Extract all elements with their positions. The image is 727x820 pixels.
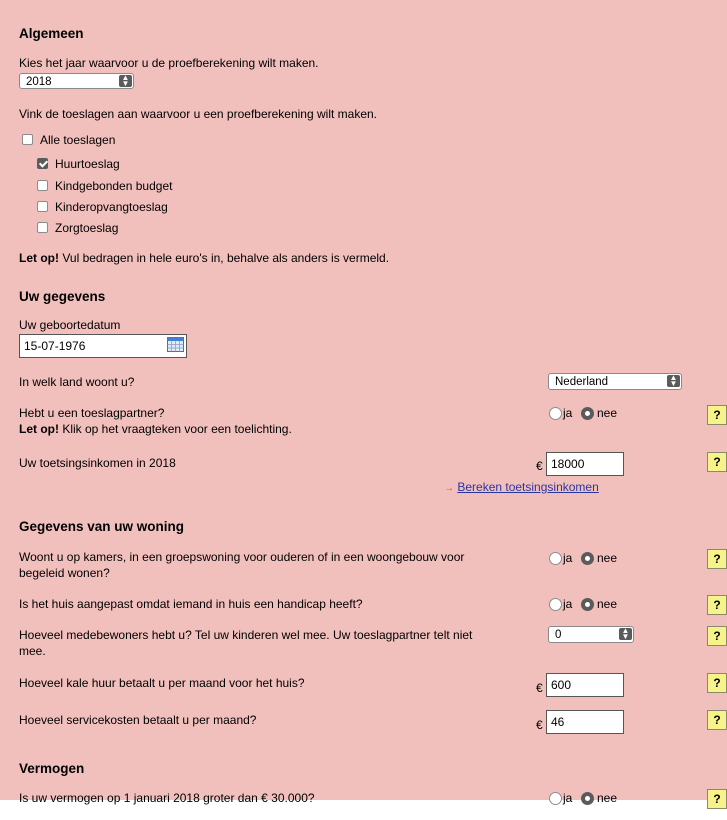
help-icon-partner[interactable]: ?	[707, 405, 727, 425]
kamers-radio-ja-label: ja	[563, 551, 573, 565]
calculator-panel: Algemeen Kies het jaar waarvoor u de pro…	[0, 0, 727, 809]
partner-radio-nee-label: nee	[597, 406, 618, 420]
euro-sign: €	[536, 459, 543, 473]
checkbox-zorgtoeslag[interactable]	[37, 222, 48, 233]
amount-note: Let op! Vul bedragen in hele euro's in, …	[19, 250, 389, 266]
partner-radio-ja[interactable]	[549, 407, 562, 420]
income-value: 18000	[551, 457, 585, 471]
service-question: Hoeveel servicekosten betaalt u per maan…	[19, 713, 257, 727]
partner-question: Hebt u een toeslagpartner?	[19, 406, 165, 420]
help-icon-medebewoners[interactable]: ?	[707, 626, 727, 646]
handicap-radio-nee-label: nee	[597, 597, 618, 611]
checkbox-kindgebonden-budget[interactable]	[37, 180, 48, 191]
section-heading-algemeen: Algemeen	[19, 26, 84, 41]
amount-note-text: Vul bedragen in hele euro's in, behalve …	[59, 251, 390, 265]
kamers-question-line2: begeleid wonen?	[19, 566, 110, 580]
country-select[interactable]: Nederland ▲ ▼	[548, 373, 682, 390]
country-question: In welk land woont u?	[19, 375, 135, 389]
section-heading-woning: Gegevens van uw woning	[19, 519, 185, 534]
arrow-right-icon: →	[444, 483, 454, 494]
vermogen-radio-ja-label: ja	[563, 791, 573, 805]
income-question: Uw toetsingsinkomen in 2018	[19, 456, 176, 470]
help-icon-vermogen[interactable]: ?	[707, 789, 727, 809]
select-arrows-icon: ▲ ▼	[119, 74, 132, 88]
checkbox-alle-toeslagen[interactable]	[22, 134, 33, 145]
vermogen-question: Is uw vermogen op 1 januari 2018 groter …	[19, 791, 315, 805]
handicap-question: Is het huis aangepast omdat iemand in hu…	[19, 597, 363, 611]
help-icon-handicap[interactable]: ?	[707, 595, 727, 615]
medebewoners-select-value: 0	[555, 629, 562, 641]
vermogen-radio-nee[interactable]	[581, 792, 594, 805]
kamers-question-line1: Woont u op kamers, in een groepswoning v…	[19, 550, 465, 564]
checkbox-kinderopvangtoeslag[interactable]	[37, 201, 48, 212]
partner-radio-nee[interactable]	[581, 407, 594, 420]
partner-radio-ja-label: ja	[563, 406, 573, 420]
birthdate-value: 15-07-1976	[24, 339, 86, 353]
help-icon-income[interactable]: ?	[707, 452, 727, 472]
checkbox-label-huurtoeslag: Huurtoeslag	[55, 157, 120, 171]
help-icon-kamers[interactable]: ?	[707, 549, 727, 569]
medebewoners-question-line1: Hoeveel medebewoners hebt u? Tel uw kind…	[19, 628, 473, 642]
country-select-value: Nederland	[555, 376, 609, 388]
help-icon-huur[interactable]: ?	[707, 673, 727, 693]
huur-input[interactable]: 600	[546, 673, 624, 697]
huur-value: 600	[551, 678, 572, 692]
euro-sign: €	[536, 681, 543, 695]
bereken-link-row: → Bereken toetsingsinkomen	[444, 480, 599, 494]
birthdate-label: Uw geboortedatum	[19, 318, 121, 332]
huur-question: Hoeveel kale huur betaalt u per maand vo…	[19, 676, 305, 690]
income-input[interactable]: 18000	[546, 452, 624, 476]
amount-note-bold: Let op!	[19, 251, 59, 265]
euro-sign: €	[536, 718, 543, 732]
kamers-radio-nee-label: nee	[597, 551, 618, 565]
checkbox-huurtoeslag[interactable]	[37, 158, 48, 169]
checkbox-label-alle: Alle toeslagen	[40, 133, 116, 147]
handicap-radio-ja[interactable]	[549, 598, 562, 611]
kamers-radio-ja[interactable]	[549, 552, 562, 565]
medebewoners-select[interactable]: 0 ▲ ▼	[548, 626, 634, 643]
partner-note: Let op! Klik op het vraagteken voor een …	[19, 421, 292, 437]
partner-note-bold: Let op!	[19, 422, 59, 436]
year-prompt: Kies het jaar waarvoor u de proefbereken…	[19, 56, 319, 70]
handicap-radio-ja-label: ja	[563, 597, 573, 611]
kamers-radio-nee[interactable]	[581, 552, 594, 565]
checkbox-label-kinderopvang: Kinderopvangtoeslag	[55, 200, 168, 214]
birthdate-input[interactable]: 15-07-1976	[19, 334, 187, 358]
bereken-toetsingsinkomen-link[interactable]: Bereken toetsingsinkomen	[457, 480, 598, 494]
select-arrows-icon: ▲ ▼	[667, 374, 680, 388]
handicap-radio-nee[interactable]	[581, 598, 594, 611]
select-arrows-icon: ▲ ▼	[619, 627, 632, 641]
toeslagen-prompt: Vink de toeslagen aan waarvoor u een pro…	[19, 107, 378, 121]
vermogen-radio-ja[interactable]	[549, 792, 562, 805]
year-select[interactable]: 2018 ▲ ▼	[19, 73, 134, 89]
checkbox-label-kindgebonden: Kindgebonden budget	[55, 179, 173, 193]
section-heading-gegevens: Uw gegevens	[19, 289, 106, 304]
help-icon-service[interactable]: ?	[707, 710, 727, 730]
vermogen-radio-nee-label: nee	[597, 791, 618, 805]
year-select-value: 2018	[26, 76, 52, 88]
partner-note-text: Klik op het vraagteken voor een toelicht…	[59, 422, 292, 436]
section-heading-vermogen: Vermogen	[19, 761, 85, 776]
checkbox-label-zorgtoeslag: Zorgtoeslag	[55, 221, 119, 235]
service-value: 46	[551, 715, 565, 729]
service-input[interactable]: 46	[546, 710, 624, 734]
medebewoners-question-line2: mee.	[19, 644, 46, 658]
calendar-icon[interactable]	[167, 337, 184, 352]
